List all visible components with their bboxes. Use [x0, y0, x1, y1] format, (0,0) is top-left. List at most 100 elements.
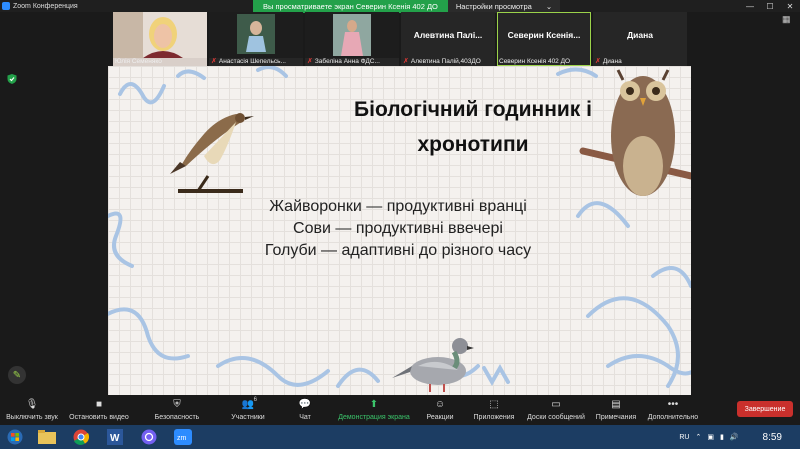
viber-icon [141, 429, 157, 445]
network-icon[interactable]: ▮ [720, 433, 724, 441]
viber-taskbar-icon[interactable] [132, 425, 166, 449]
clock[interactable]: 8:59 [763, 432, 782, 443]
more-label: Дополнительно [647, 414, 699, 421]
volume-icon[interactable]: 🔊 [730, 433, 739, 441]
participant-name: Юлія Семеняко [115, 58, 162, 65]
slide-bullets: Жайворонки — продуктивні вранці Сови — п… [228, 196, 568, 262]
reactions-icon: ☺ [434, 399, 446, 410]
participant-display-name: Диана [627, 30, 653, 40]
word-icon: W [107, 429, 123, 445]
more-button[interactable]: ••• Дополнительно [642, 395, 704, 425]
windows-logo-icon [7, 429, 23, 445]
participant-name: Анастасія Шепельсь... [218, 58, 286, 65]
chrome-icon [73, 429, 89, 445]
participant-video [113, 12, 207, 58]
more-icon: ••• [667, 399, 679, 410]
participant-display-name: Северин Ксенія... [507, 30, 581, 40]
end-meeting-button[interactable]: Завершение [737, 401, 793, 417]
mute-label: Выключить звук [6, 414, 58, 421]
gallery-view-icon[interactable]: ▦ [782, 14, 796, 26]
security-shield-icon[interactable] [6, 73, 18, 85]
participants-icon: 👥 [241, 399, 255, 410]
slide-bullet: Жайворонки — продуктивні вранці [269, 198, 527, 215]
notes-button[interactable]: ▤ Примечания [590, 395, 642, 425]
apps-label: Приложения [473, 414, 515, 421]
participant-name: Северин Ксенія 402 ДО [499, 58, 571, 65]
participant-name-row: ✗ Алевтина Палій,403ДО [403, 57, 493, 65]
participant-tile[interactable]: ✗ Забеліна Анна ФДС... [305, 12, 399, 66]
svg-text:W: W [110, 433, 120, 444]
zoom-window: Zoom Конференция — ☐ ✕ Вы просматриваете… [0, 0, 800, 449]
zoom-icon: zm [174, 429, 192, 445]
view-options-label: Настройки просмотра [455, 2, 532, 11]
share-screen-label: Демонстрация экрана [338, 414, 410, 421]
share-screen-icon: ⬆ [369, 399, 379, 410]
apps-button[interactable]: ⬚ Приложения [466, 395, 522, 425]
annotate-pen-icon[interactable]: ✎ [8, 366, 26, 384]
mic-icon: 🎙 [25, 399, 39, 410]
video-icon: ■ [95, 399, 103, 410]
whiteboard-icon: ▭ [551, 399, 561, 410]
mic-muted-icon: ✗ [307, 58, 313, 65]
participant-tile[interactable]: Юлія Семеняко [113, 12, 207, 66]
participants-count: 6 [253, 397, 257, 403]
chat-label: Чат [299, 414, 311, 421]
stop-video-button[interactable]: ■ Остановить видео [64, 395, 134, 425]
mic-muted-icon: ✗ [595, 58, 601, 65]
notes-label: Примечания [595, 414, 637, 421]
word-taskbar-icon[interactable]: W [98, 425, 132, 449]
chat-icon: 💬 [298, 399, 312, 410]
svg-text:zm: zm [177, 435, 187, 442]
pigeon-illustration [392, 338, 474, 392]
language-indicator[interactable]: RU [679, 434, 689, 441]
explorer-taskbar-icon[interactable] [30, 425, 64, 449]
chrome-taskbar-icon[interactable] [64, 425, 98, 449]
participant-display-name: Алевтина Палі... [413, 30, 483, 40]
participants-strip: Юлія Семеняко ✗ Анастасія Шепельсь... ✗ За… [113, 12, 687, 66]
mic-muted-icon: ✗ [403, 58, 409, 65]
participant-tile[interactable]: Диана ✗ Диана [593, 12, 687, 66]
mic-muted-icon: ✗ [211, 58, 217, 65]
slide-bullet: Сови — продуктивні ввечері [293, 220, 503, 237]
whiteboard-label: Доски сообщений [527, 414, 585, 421]
system-tray: RU ⌃ ▣ ▮ 🔊 8:59 [679, 425, 800, 449]
lark-illustration [170, 113, 254, 193]
participant-video [305, 12, 399, 58]
participant-tile[interactable]: Алевтина Палі... ✗ Алевтина Палій,403ДО [401, 12, 495, 66]
participants-button[interactable]: 👥 6 Участники [220, 395, 276, 425]
windows-taskbar: W zm RU ⌃ ▣ ▮ 🔊 8:59 [0, 425, 800, 449]
close-icon[interactable]: ✕ [780, 2, 800, 11]
participant-name-row: ✗ Диана [595, 57, 685, 65]
reactions-button[interactable]: ☺ Реакции [414, 395, 466, 425]
chevron-down-icon: ⌄ [545, 2, 553, 11]
share-screen-button[interactable]: ⬆ Демонстрация экрана [334, 395, 414, 425]
security-label: Безопасность [154, 414, 200, 421]
tray-app-icon[interactable]: ▣ [707, 433, 714, 441]
security-button[interactable]: ⛨ Безопасность [134, 395, 220, 425]
participant-name-row: ✗ Анастасія Шепельсь... [211, 57, 301, 65]
participants-label: Участники [231, 414, 265, 421]
minimize-icon[interactable]: — [740, 2, 760, 11]
meeting-toolbar: 🎙 Выключить звук ■ Остановить видео ⛨ Бе… [0, 395, 800, 425]
zoom-taskbar-icon[interactable]: zm [166, 425, 200, 449]
chevron-up-icon[interactable]: ⌃ [695, 433, 701, 441]
reactions-label: Реакции [426, 414, 454, 421]
mute-button[interactable]: 🎙 Выключить звук [0, 395, 64, 425]
start-button[interactable] [0, 425, 30, 449]
folder-icon [38, 430, 56, 444]
whiteboard-button[interactable]: ▭ Доски сообщений [522, 395, 590, 425]
apps-icon: ⬚ [489, 399, 499, 410]
stop-video-label: Остановить видео [69, 414, 129, 421]
participant-name: Забеліна Анна ФДС... [314, 58, 380, 65]
chat-button[interactable]: 💬 Чат [276, 395, 334, 425]
participant-name: Диана [602, 58, 622, 65]
slide-bullet: Голуби — адаптивні до різного часу [264, 242, 532, 259]
participant-name: Алевтина Палій,403ДО [410, 58, 481, 65]
participant-tile[interactable]: ✗ Анастасія Шепельсь... [209, 12, 303, 66]
participant-tile-active[interactable]: Северин Ксенія... Северин Ксенія 402 ДО [497, 12, 591, 66]
maximize-icon[interactable]: ☐ [760, 2, 780, 11]
zoom-app-icon [2, 2, 10, 10]
participant-video [209, 12, 303, 58]
notes-icon: ▤ [611, 399, 621, 410]
shared-screen-slide: Біологічний годинник і хронотипи Жайворо… [108, 66, 691, 395]
